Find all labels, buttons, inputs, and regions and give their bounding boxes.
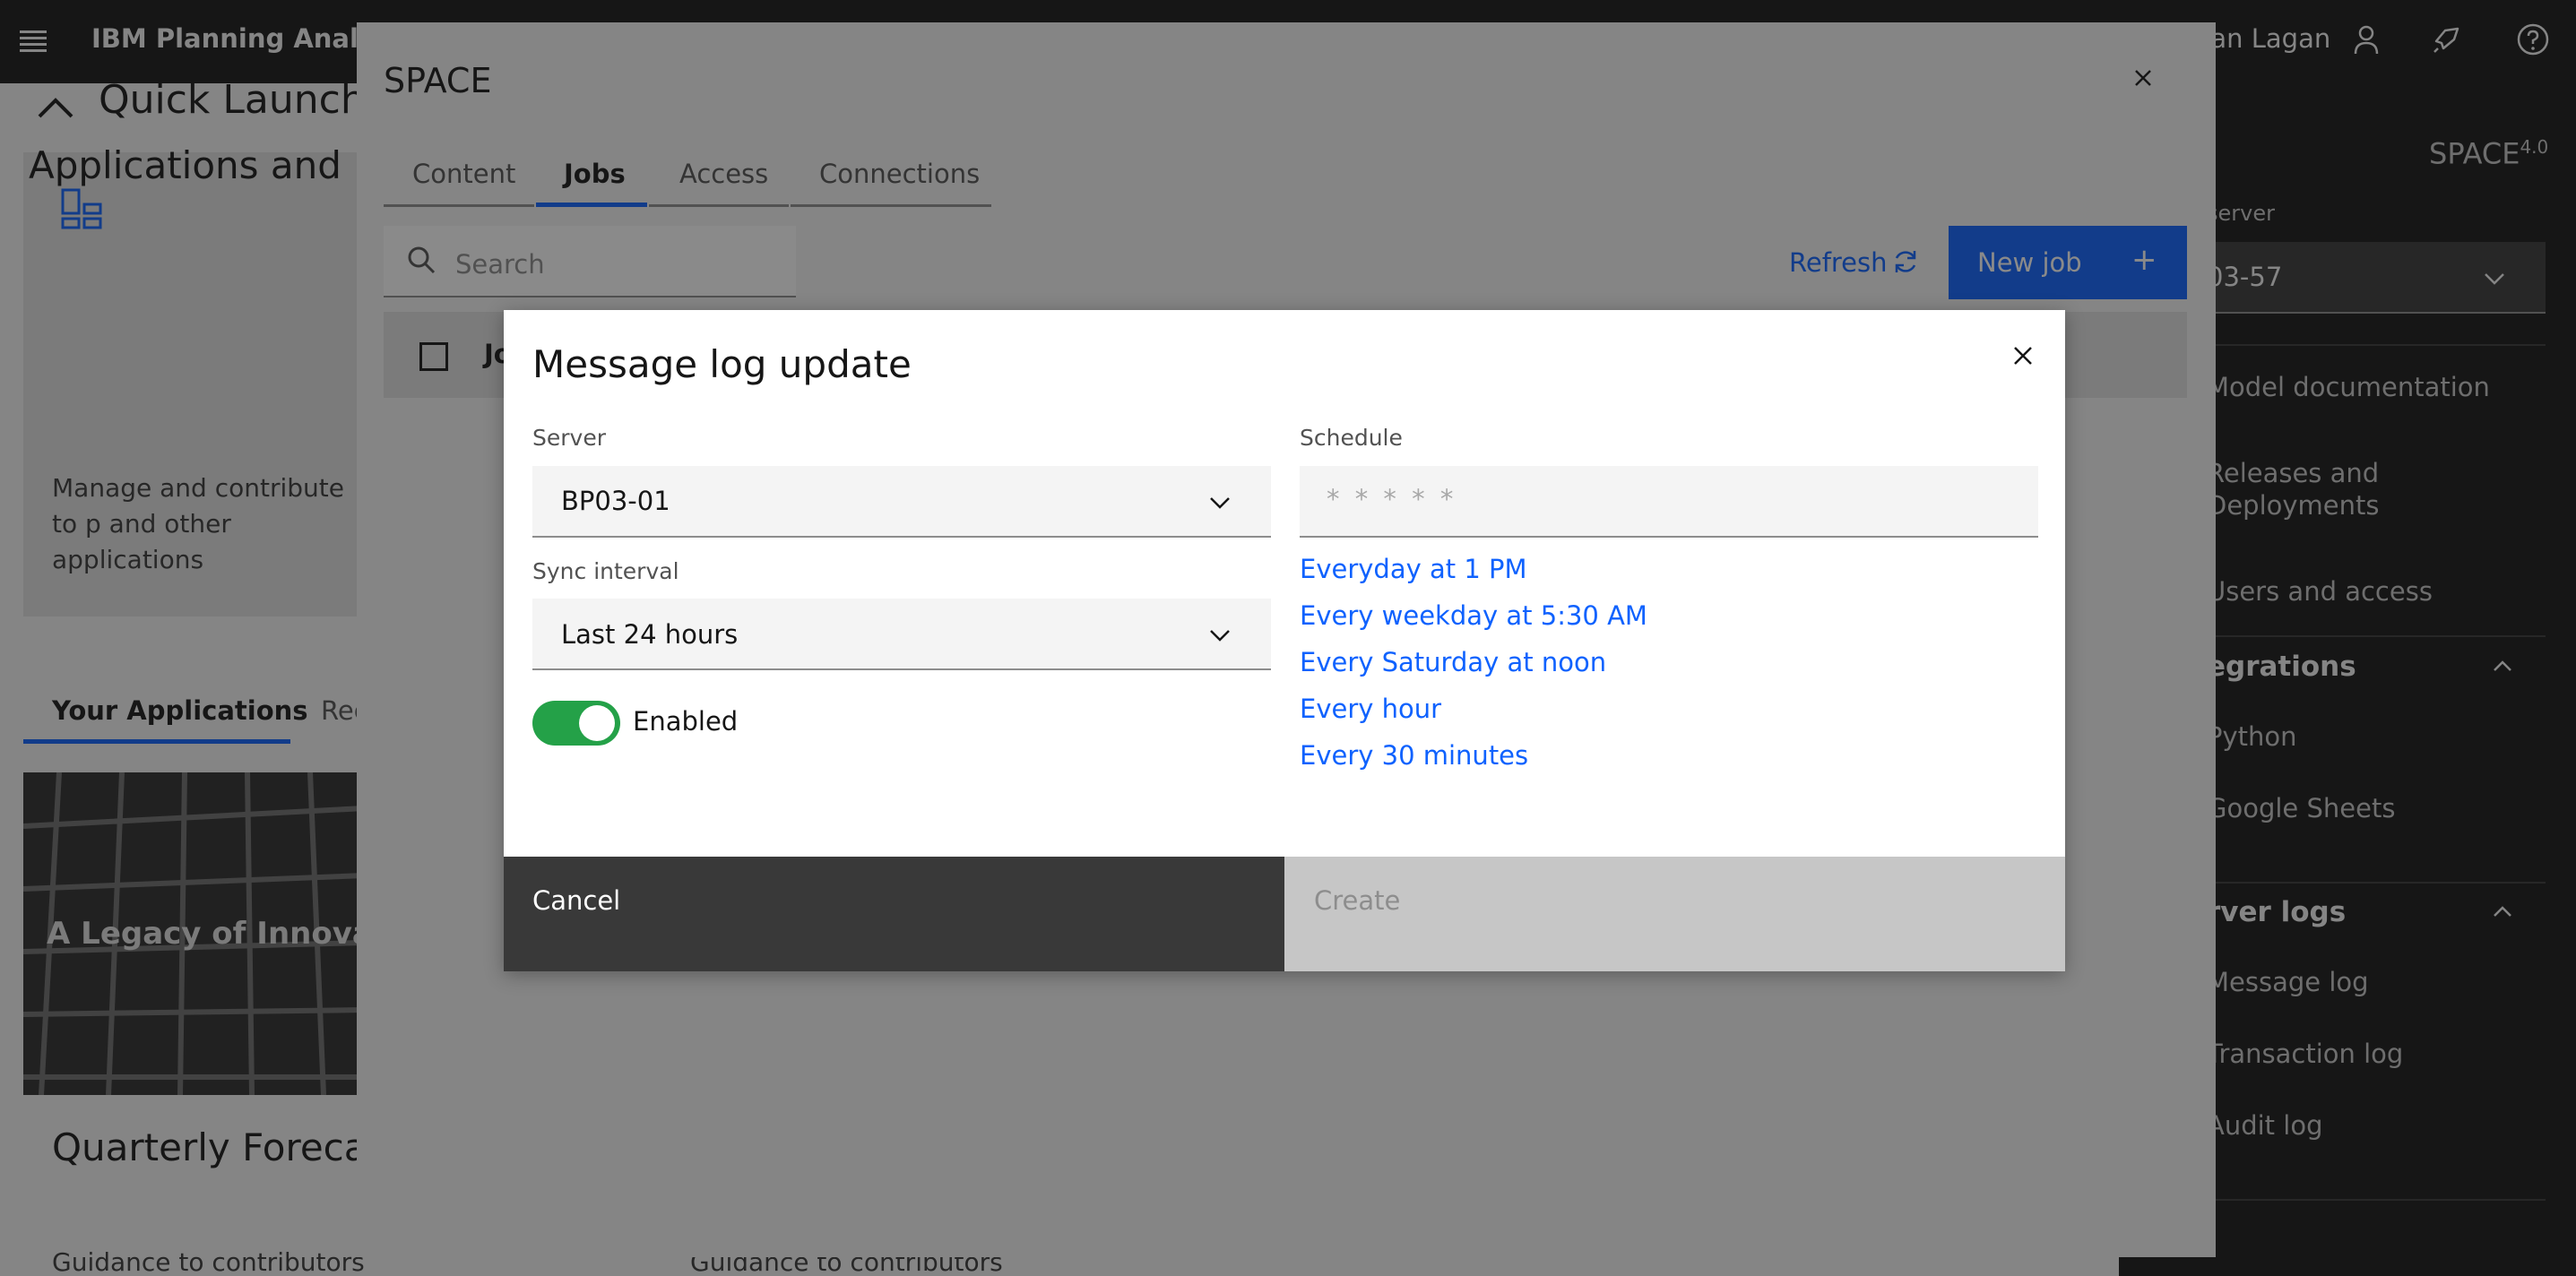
schedule-preset-link[interactable]: Every 30 minutes	[1300, 740, 1528, 771]
create-button[interactable]	[1284, 857, 2065, 971]
schedule-preset-link[interactable]: Every Saturday at noon	[1300, 647, 1606, 677]
schedule-preset-link[interactable]: Everyday at 1 PM	[1300, 554, 1527, 584]
chevron-down-icon	[1210, 630, 1230, 642]
sync-interval-value: Last 24 hours	[561, 619, 739, 650]
enabled-toggle[interactable]	[532, 701, 620, 746]
sync-interval-label: Sync interval	[532, 558, 679, 584]
close-icon[interactable]	[2008, 341, 2038, 371]
server-field-label: Server	[532, 425, 606, 451]
enabled-label: Enabled	[633, 706, 739, 737]
server-select-value: BP03-01	[561, 486, 670, 516]
schedule-preset-link[interactable]: Every hour	[1300, 694, 1441, 724]
cancel-button[interactable]	[504, 857, 1284, 971]
modal-title: Message log update	[532, 342, 912, 386]
create-button-label: Create	[1314, 885, 1401, 916]
cancel-button-label: Cancel	[532, 885, 621, 916]
schedule-label: Schedule	[1300, 425, 1403, 451]
chevron-down-icon	[1210, 497, 1230, 509]
schedule-preset-link[interactable]: Every weekday at 5:30 AM	[1300, 600, 1647, 631]
schedule-placeholder: * * * * *	[1327, 484, 1457, 514]
toggle-knob	[579, 705, 615, 741]
